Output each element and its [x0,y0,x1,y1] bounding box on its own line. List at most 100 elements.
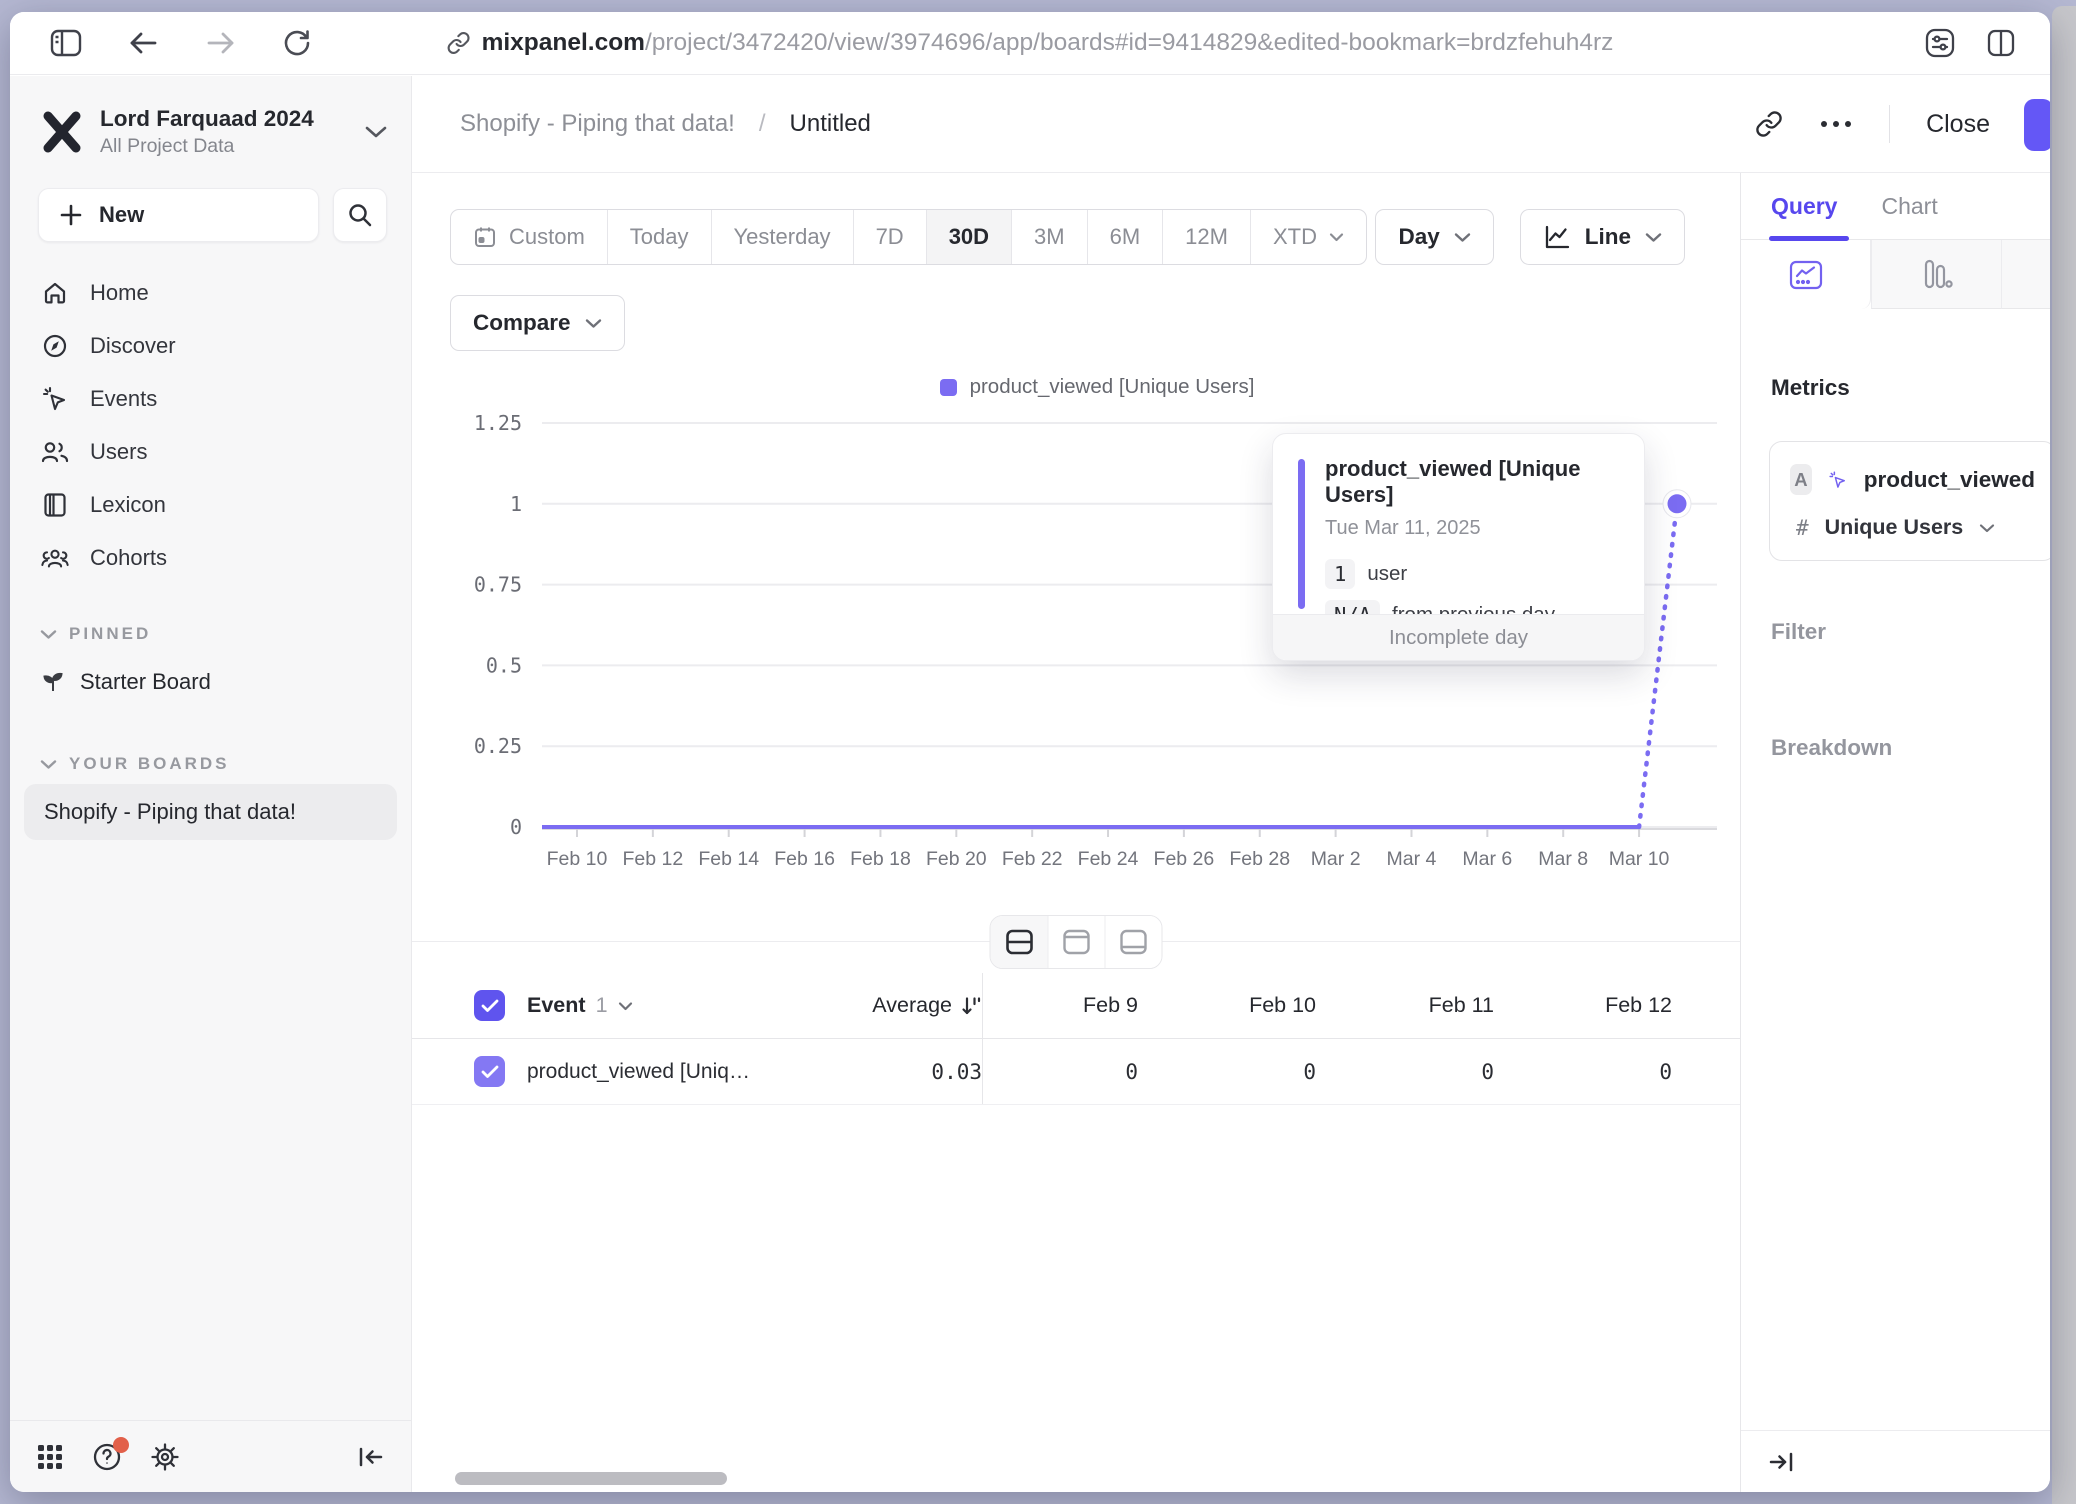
range-today[interactable]: Today [607,210,711,264]
new-button[interactable]: New [38,188,319,242]
pinned-section-header[interactable]: PINNED [10,624,411,644]
sidebar-footer [10,1420,411,1492]
svg-text:Feb 12: Feb 12 [623,848,684,870]
range-label: Custom [509,224,585,250]
metric-card[interactable]: A product_viewed # Unique Users [1769,441,2050,561]
svg-text:Feb 26: Feb 26 [1154,848,1215,870]
collapse-sidebar-icon[interactable] [357,1444,385,1470]
tooltip-value-unit: user [1367,562,1407,586]
aggregation-symbol: # [1796,516,1809,540]
your-boards-section-header[interactable]: YOUR BOARDS [10,754,411,774]
range-7d[interactable]: 7D [853,210,926,264]
link-icon [447,31,471,55]
column-header-feb10[interactable]: Feb 10 [1138,993,1316,1018]
chevron-down-icon [365,125,387,139]
query-panel-footer [1741,1430,2050,1492]
range-3m[interactable]: 3M [1011,210,1087,264]
back-icon[interactable] [128,30,158,56]
save-button-clipped[interactable] [2024,99,2050,151]
check-icon [481,999,499,1013]
sidebar-item-starter-board[interactable]: Starter Board [10,656,411,708]
aggregation-dropdown[interactable]: # Unique Users [1790,515,2035,540]
cursor-sparkle-icon [1828,466,1848,494]
svg-text:Feb 20: Feb 20 [926,848,987,870]
pinned-header-label: PINNED [69,624,151,644]
range-30d-selected[interactable]: 30D [926,210,1011,264]
sidebar-item-lexicon[interactable]: Lexicon [10,478,411,531]
column-header-feb9[interactable]: Feb 9 [983,993,1138,1018]
range-6m[interactable]: 6M [1087,210,1163,264]
more-options-icon[interactable] [1819,119,1853,129]
breadcrumb: Shopify - Piping that data! / Untitled [460,110,871,138]
url-bar[interactable]: mixpanel.com/project/3472420/view/397469… [447,29,1614,57]
svg-text:Feb 16: Feb 16 [774,848,835,870]
forward-icon[interactable] [206,30,236,56]
help-icon[interactable] [92,1442,122,1472]
tab-query[interactable]: Query [1771,193,1837,220]
column-header-feb12[interactable]: Feb 12 [1494,993,1672,1018]
svg-text:0: 0 [510,815,522,839]
sidebar-item-board-shopify[interactable]: Shopify - Piping that data! [24,784,397,840]
range-custom[interactable]: Custom [451,210,607,264]
apps-grid-icon[interactable] [36,1443,64,1471]
breadcrumb-page-title[interactable]: Untitled [790,110,871,138]
search-icon [347,202,373,228]
funnels-report-tab[interactable] [1871,240,2001,309]
tooltip-date: Tue Mar 11, 2025 [1325,517,1618,540]
chevron-down-icon [1645,232,1662,243]
tab-chart[interactable]: Chart [1881,193,1937,220]
select-all-checkbox[interactable] [474,990,505,1021]
sidebar-item-users[interactable]: Users [10,425,411,478]
svg-text:1.25: 1.25 [474,411,522,435]
range-12m[interactable]: 12M [1162,210,1250,264]
insights-report-tab[interactable] [1741,240,1871,309]
settings-gear-icon[interactable] [150,1442,180,1472]
search-button[interactable] [333,188,387,242]
horizontal-scrollbar[interactable] [455,1472,727,1485]
sidebar-item-events[interactable]: Events [10,372,411,425]
line-chart-icon [1543,224,1571,250]
sidebar-nav: Home Discover Events Users Lexicon [10,252,411,584]
split-view-icon[interactable] [1986,28,2016,58]
aggregation-label: Unique Users [1825,515,1964,540]
granularity-dropdown[interactable]: Day [1375,209,1493,265]
flows-report-tab[interactable] [2001,240,2050,309]
column-header-feb11[interactable]: Feb 11 [1316,993,1494,1018]
chart-type-dropdown[interactable]: Line [1520,209,1685,265]
funnel-bars-icon [1921,257,1953,291]
row-checkbox[interactable] [474,1056,505,1087]
collapse-panel-icon[interactable] [1767,1449,1795,1475]
insights-icon [1788,258,1824,292]
reload-icon[interactable] [282,28,312,58]
sidebar-item-label: Discover [90,333,176,359]
range-yesterday[interactable]: Yesterday [711,210,853,264]
layout-split-toggle[interactable] [991,916,1048,968]
range-xtd[interactable]: XTD [1250,210,1366,264]
boards-header-label: YOUR BOARDS [69,754,230,774]
cohorts-icon [40,546,70,570]
page-settings-icon[interactable] [1924,27,1956,59]
layout-chart-only-toggle[interactable] [1048,916,1105,968]
average-column-header[interactable]: Average [832,993,982,1018]
tooltip-footer: Incomplete day [1273,614,1644,660]
sidebar-item-home[interactable]: Home [10,266,411,319]
board-item-label: Shopify - Piping that data! [44,799,296,825]
sidebar-item-discover[interactable]: Discover [10,319,411,372]
breadcrumb-board[interactable]: Shopify - Piping that data! [460,110,735,138]
close-button[interactable]: Close [1926,110,1990,139]
date-columns: Feb 9 Feb 10 Feb 11 Feb 12 [982,973,1740,1038]
event-column-header[interactable]: Event 1 [527,993,832,1018]
project-switcher[interactable]: Lord Farquaad 2024 All Project Data [10,76,411,166]
book-icon [40,492,70,518]
compare-dropdown[interactable]: Compare [450,295,625,351]
tooltip-value: 1 [1325,559,1355,589]
sidebar-item-cohorts[interactable]: Cohorts [10,531,411,584]
copy-link-icon[interactable] [1755,110,1783,138]
svg-text:Feb 28: Feb 28 [1229,848,1290,870]
browser-toolbar: mixpanel.com/project/3472420/view/397469… [10,12,2050,75]
granularity-label: Day [1398,224,1439,250]
layout-table-only-toggle[interactable] [1105,916,1162,968]
sidebar-toggle-icon[interactable] [50,29,82,57]
panel-tabs: Query Chart [1741,173,2050,240]
table-row[interactable]: product_viewed [Uniq… 0.03 0 0 0 0 [412,1039,1740,1105]
